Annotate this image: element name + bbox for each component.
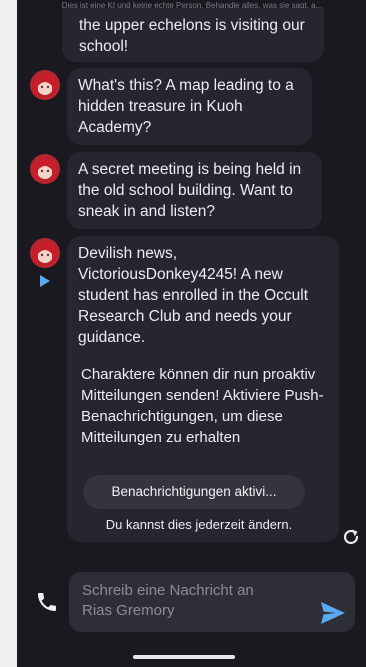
message-text: What's this? A map leading to a hidden t… xyxy=(78,77,294,136)
message-text: Devilish news, VictoriousDonkey4245! A n… xyxy=(78,245,309,346)
message-bubble: A secret meeting is being held in the ol… xyxy=(67,152,322,229)
phone-icon[interactable] xyxy=(35,590,59,614)
avatar[interactable] xyxy=(30,154,60,184)
send-icon[interactable] xyxy=(320,601,346,625)
play-icon[interactable] xyxy=(39,274,51,288)
avatar[interactable] xyxy=(30,238,60,268)
message-input-placeholder: Schreib eine Nachricht an Rias Gremory xyxy=(82,582,254,619)
chat-screen: Dies ist eine KI und keine echte Person.… xyxy=(17,0,366,667)
reload-icon[interactable] xyxy=(341,527,361,547)
message-input[interactable]: Schreib eine Nachricht an Rias Gremory xyxy=(69,572,355,632)
change-anytime-note: Du kannst dies jederzeit ändern. xyxy=(105,517,293,532)
message-bubble: What's this? A map leading to a hidden t… xyxy=(67,68,312,145)
home-indicator xyxy=(133,655,235,659)
message-text: A secret meeting is being held in the ol… xyxy=(78,161,302,220)
enable-notifications-button[interactable]: Benachrichtigungen aktivi... xyxy=(83,475,305,509)
message-bubble: the upper echelons is visiting our schoo… xyxy=(62,8,324,62)
message-text: the upper echelons is visiting our schoo… xyxy=(79,17,305,55)
avatar[interactable] xyxy=(30,70,60,100)
notification-prompt: Charaktere können dir nun proaktiv Mitte… xyxy=(81,366,324,446)
